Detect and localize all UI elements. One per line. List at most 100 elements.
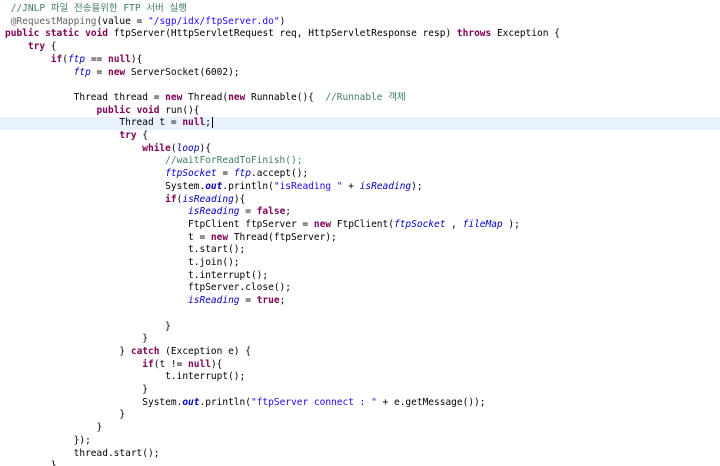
code-line[interactable]: ftpServer.close(); xyxy=(0,282,720,295)
code-token: Thread( xyxy=(182,91,229,103)
code-line[interactable]: if(ftp == null){ xyxy=(0,54,720,67)
code-token: FtpClient( xyxy=(331,218,394,230)
code-line[interactable]: isReading = true; xyxy=(0,295,720,308)
code-line[interactable]: t.interrupt(); xyxy=(0,270,720,283)
code-line[interactable]: t.join(); xyxy=(0,257,720,270)
code-token: ) xyxy=(279,15,286,27)
code-line[interactable]: //waitForReadToFinish(); xyxy=(0,155,720,168)
code-line[interactable]: System.out.println("isReading " + isRead… xyxy=(0,181,720,194)
code-token: { xyxy=(136,130,149,141)
field-token: ftpSocket xyxy=(165,168,217,180)
code-token: ); xyxy=(411,180,423,192)
code-token: } xyxy=(96,422,103,434)
code-token: System. xyxy=(142,396,183,408)
code-line[interactable]: } xyxy=(0,321,720,334)
keyword-token: public xyxy=(5,28,40,40)
string-literal: "ftpServer connect : " xyxy=(250,396,377,408)
keyword-token: catch xyxy=(130,345,160,357)
keyword-token: new xyxy=(228,91,246,103)
field-token: isReading xyxy=(188,206,240,218)
keyword-token: null xyxy=(188,358,211,370)
code-line[interactable]: t.interrupt(); xyxy=(0,371,720,384)
code-line[interactable]: try { xyxy=(0,130,720,143)
code-line[interactable]: @RequestMapping(value = "/sgp/idx/ftpSer… xyxy=(0,16,720,29)
comment-token: //Runnable 객체 xyxy=(325,91,406,103)
keyword-token: null xyxy=(108,53,131,65)
code-line[interactable]: FtpClient ftpServer = new FtpClient(ftpS… xyxy=(0,219,720,232)
code-line[interactable]: ftp = new ServerSocket(6002); xyxy=(0,67,720,80)
code-token: (value = xyxy=(96,15,148,27)
code-line[interactable] xyxy=(0,79,720,92)
code-token: (Exception e) { xyxy=(159,345,251,357)
code-token: .println( xyxy=(222,180,274,192)
code-token: ; xyxy=(205,117,211,129)
code-editor[interactable]: //JNLP 파일 전송을위한 FTP 서버 실행 @RequestMapping… xyxy=(0,0,720,466)
code-line[interactable]: }); xyxy=(0,435,720,448)
code-token: run(){ xyxy=(159,104,200,116)
keyword-token: new xyxy=(107,66,126,78)
code-token: t = xyxy=(188,231,211,243)
code-line[interactable]: if(isReading){ xyxy=(0,194,720,207)
code-token: }); xyxy=(73,434,91,446)
code-token: = xyxy=(216,168,234,180)
code-token: Thread(ftpServer); xyxy=(228,231,337,243)
code-token: } xyxy=(142,333,148,345)
code-line[interactable]: //JNLP 파일 전송을위한 FTP 서버 실행 xyxy=(0,3,720,16)
keyword-token: new xyxy=(210,231,229,243)
code-line[interactable]: if(t != null){ xyxy=(0,359,720,372)
code-line[interactable]: ftpSocket = ftp.accept(); xyxy=(0,168,720,181)
keyword-token: if xyxy=(165,193,177,205)
code-line[interactable]: } xyxy=(0,333,720,346)
code-line[interactable]: } xyxy=(0,460,720,466)
code-token: } xyxy=(165,320,171,332)
string-literal: "isReading " xyxy=(273,180,343,192)
field-token: ftpSocket xyxy=(393,218,446,230)
code-line[interactable]: } xyxy=(0,422,720,435)
current-code-line[interactable]: Thread t = null; xyxy=(0,117,720,130)
code-token: Runnable(){ xyxy=(245,91,326,103)
code-line[interactable]: thread.start(); xyxy=(0,448,720,461)
code-line[interactable]: t.start(); xyxy=(0,244,720,257)
code-line[interactable]: } xyxy=(0,409,720,422)
code-token: { xyxy=(45,41,57,53)
field-token: isReading xyxy=(359,180,412,192)
keyword-token: static xyxy=(45,28,80,40)
code-line[interactable]: } catch (Exception e) { xyxy=(0,346,720,359)
code-line[interactable]: while(loop){ xyxy=(0,143,720,156)
keyword-token: null xyxy=(182,117,206,129)
code-token: } xyxy=(50,460,57,466)
keyword-token: new xyxy=(313,218,332,230)
keyword-token: new xyxy=(165,91,183,103)
keyword-token: true xyxy=(256,295,280,307)
code-line[interactable]: isReading = false; xyxy=(0,206,720,219)
code-token: .println( xyxy=(199,396,251,408)
keyword-token: try xyxy=(27,41,46,53)
code-line[interactable]: System.out.println("ftpServer connect : … xyxy=(0,397,720,410)
code-token: FtpClient ftpServer = xyxy=(188,218,314,230)
code-token: } xyxy=(119,409,126,421)
field-token: ftp xyxy=(67,53,86,65)
comment-token: //waitForReadToFinish(); xyxy=(165,155,303,167)
code-token: = xyxy=(90,66,108,78)
code-token: ; xyxy=(285,206,292,218)
field-token: isReading xyxy=(182,193,234,205)
code-line[interactable]: public void run(){ xyxy=(0,105,720,118)
code-line[interactable]: public static void ftpServer(HttpServlet… xyxy=(0,28,720,41)
text-caret xyxy=(211,117,213,129)
field-token: fileMap xyxy=(462,218,503,230)
code-token: ){ xyxy=(210,358,223,370)
field-token: ftp xyxy=(233,168,251,180)
code-token: } xyxy=(119,345,131,357)
code-token: ){ xyxy=(130,53,143,65)
code-token: = xyxy=(239,206,257,218)
keyword-token: throws xyxy=(456,28,492,40)
field-token: loop xyxy=(176,142,200,154)
code-line[interactable]: } xyxy=(0,384,720,397)
code-line[interactable] xyxy=(0,308,720,321)
code-line[interactable]: Thread thread = new Thread(new Runnable(… xyxy=(0,92,720,105)
code-line[interactable]: try { xyxy=(0,41,720,54)
code-token: t.join(); xyxy=(188,257,240,268)
code-line[interactable]: t = new Thread(ftpServer); xyxy=(0,232,720,245)
code-token: ftpServer(HttpServletRequest req, HttpSe… xyxy=(108,28,457,40)
code-token: = xyxy=(239,295,257,307)
